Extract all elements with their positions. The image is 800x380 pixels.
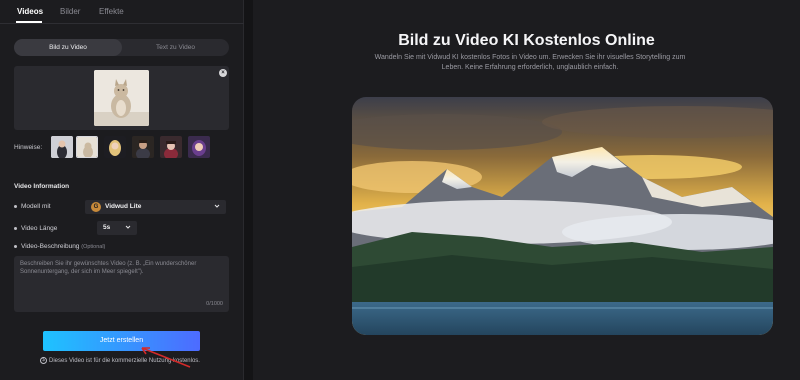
commercial-note-text: Dieses Video ist für die kommerzielle Nu… [49, 358, 200, 365]
hint-thumbnail[interactable] [132, 136, 154, 158]
left-panel: Videos Bilder Effekte Bild zu Video Text… [0, 0, 244, 380]
close-icon[interactable]: × [219, 69, 227, 77]
bullet-icon [14, 244, 17, 248]
chevron-down-icon [125, 225, 131, 229]
optional-tag: (Optional) [81, 244, 106, 250]
right-panel: Bild zu Video KI Kostenlos Online Wandel… [253, 0, 800, 380]
model-label-text: Modell mit [21, 203, 51, 210]
tab-bar: Videos Bilder Effekte [0, 0, 244, 24]
chevron-down-icon [214, 204, 220, 208]
hint-thumbnail[interactable] [188, 136, 210, 158]
model-value: Vidwud Lite [105, 203, 142, 210]
description-label-text: Video-Beschreibung [21, 243, 80, 250]
description-textarea[interactable]: Beschreiben Sie ihr gewünschtes Video (z… [14, 256, 229, 312]
hint-thumbnail[interactable] [104, 136, 126, 158]
commercial-note: $ Dieses Video ist für die kommerzielle N… [40, 357, 200, 364]
hint-thumbnail[interactable] [160, 136, 182, 158]
description-placeholder: Beschreiben Sie ihr gewünschtes Video (z… [20, 261, 197, 275]
description-label: Video-Beschreibung (Optional) [14, 243, 105, 250]
tab-bilder[interactable]: Bilder [60, 7, 80, 16]
hero-title: Bild zu Video KI Kostenlos Online [398, 32, 655, 49]
copyright-icon: $ [40, 357, 47, 364]
hint-thumbnail[interactable] [51, 136, 73, 158]
mode-text-to-video[interactable]: Text zu Video [122, 39, 229, 56]
hints-label: Hinweise: [14, 144, 43, 151]
tab-videos[interactable]: Videos [17, 7, 43, 16]
bullet-icon [14, 204, 17, 208]
hero-mountain-image [352, 97, 773, 335]
uploaded-cat-thumbnail [94, 70, 149, 126]
bullet-icon [14, 226, 17, 230]
create-button[interactable]: Jetzt erstellen [43, 331, 200, 351]
model-select[interactable]: G Vidwud Lite [85, 200, 226, 214]
tab-active-indicator [16, 21, 42, 23]
character-count: 0/1000 [206, 301, 223, 307]
model-logo-icon: G [91, 202, 101, 212]
length-select[interactable]: 5s [97, 221, 137, 235]
video-info-title: Video Information [14, 183, 70, 190]
length-value: 5s [103, 224, 111, 231]
tab-effekte[interactable]: Effekte [99, 7, 124, 16]
mode-image-to-video[interactable]: Bild zu Video [14, 39, 122, 56]
hero-subtitle: Wandeln Sie mit Vidwud KI kostenlos Foto… [374, 54, 686, 71]
image-upload-area[interactable]: × [14, 66, 229, 130]
length-label: Video Länge [14, 225, 57, 232]
hint-thumbnail[interactable] [76, 136, 98, 158]
length-label-text: Video Länge [21, 225, 58, 232]
model-label: Modell mit [14, 203, 51, 210]
mode-switch: Bild zu Video Text zu Video [14, 39, 229, 56]
